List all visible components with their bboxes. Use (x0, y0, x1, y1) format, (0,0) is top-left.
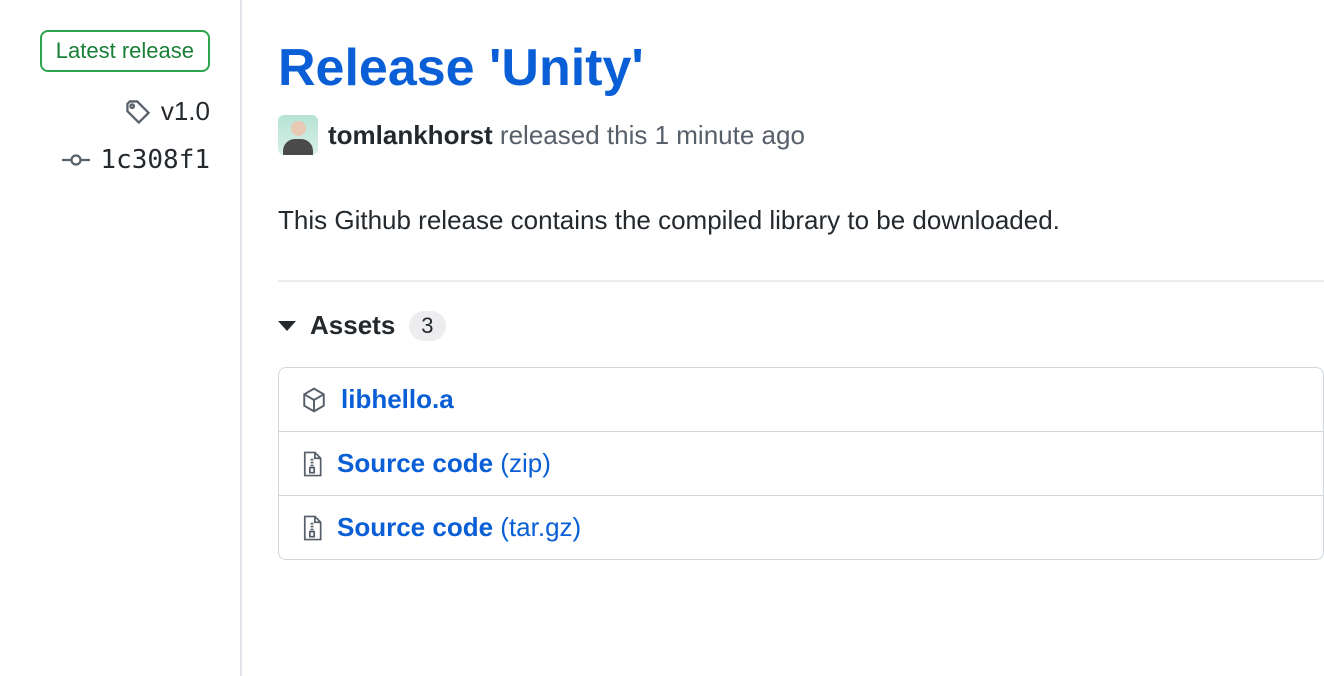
released-text: released this (500, 120, 647, 150)
release-description: This Github release contains the compile… (278, 201, 1324, 240)
assets-label: Assets (310, 310, 395, 341)
commit-row[interactable]: 1c308f1 (62, 145, 210, 175)
package-icon (301, 387, 327, 413)
release-page: Latest release v1.0 1c308f1 Release (0, 0, 1324, 676)
commit-sha: 1c308f1 (100, 145, 210, 175)
time-ago: 1 minute ago (655, 120, 805, 150)
asset-name: libhello.a (341, 384, 454, 414)
latest-release-badge: Latest release (40, 30, 210, 72)
commit-icon (62, 152, 90, 168)
file-zip-icon (301, 451, 323, 477)
asset-row[interactable]: Source code (tar.gz) (279, 495, 1323, 559)
asset-link[interactable]: Source code (tar.gz) (337, 512, 581, 543)
asset-name: Source code (337, 448, 493, 478)
assets-count-badge: 3 (409, 311, 445, 341)
asset-name: Source code (337, 512, 493, 542)
avatar[interactable] (278, 115, 318, 155)
file-zip-icon (301, 515, 323, 541)
caret-down-icon (278, 321, 296, 331)
tag-icon (125, 99, 151, 125)
asset-link[interactable]: Source code (zip) (337, 448, 551, 479)
asset-row[interactable]: Source code (zip) (279, 431, 1323, 495)
release-title[interactable]: Release 'Unity' (278, 40, 1324, 97)
release-main: Release 'Unity' tomlankhorst released th… (242, 0, 1324, 676)
asset-ext: (zip) (500, 448, 551, 478)
asset-row[interactable]: libhello.a (279, 368, 1323, 431)
assets-toggle[interactable]: Assets 3 (278, 310, 1324, 341)
divider (278, 280, 1324, 282)
assets-list: libhello.a Source code (zip) (278, 367, 1324, 560)
asset-link[interactable]: libhello.a (341, 384, 454, 415)
release-sidebar: Latest release v1.0 1c308f1 (0, 0, 242, 676)
tag-row[interactable]: v1.0 (125, 96, 210, 127)
author-username[interactable]: tomlankhorst (328, 120, 493, 150)
tag-name: v1.0 (161, 96, 210, 127)
asset-ext: (tar.gz) (500, 512, 581, 542)
release-byline: tomlankhorst released this 1 minute ago (278, 115, 1324, 155)
